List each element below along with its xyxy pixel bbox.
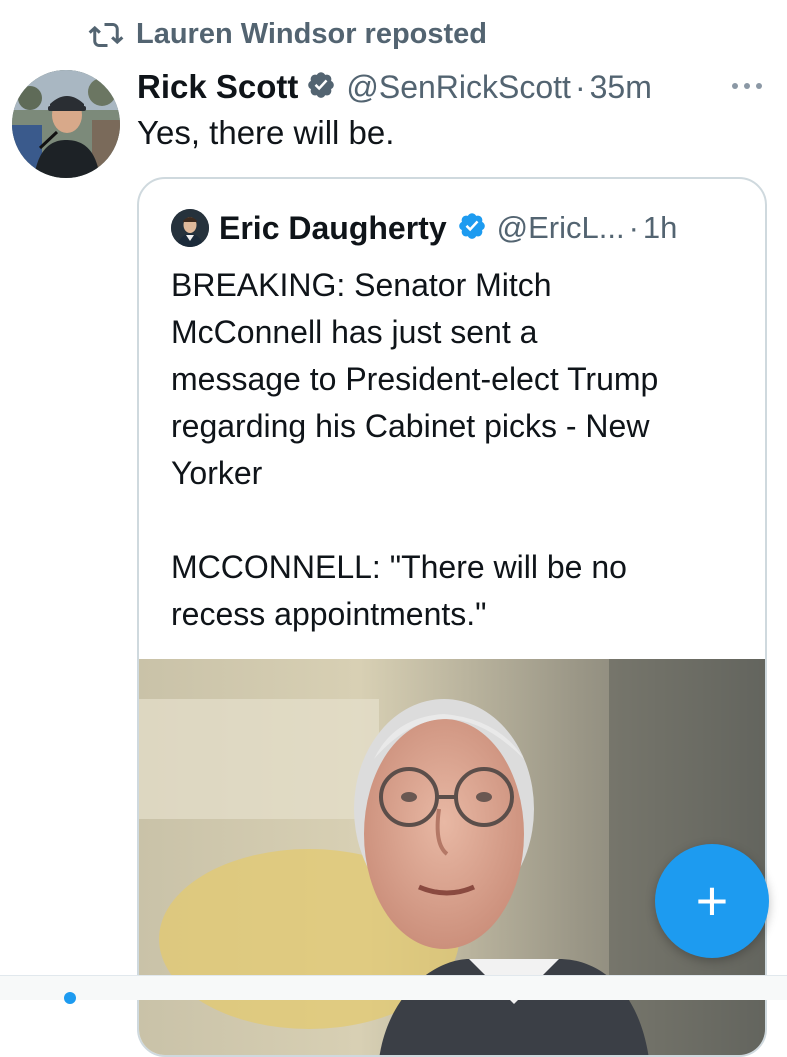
tweet-text: Yes, there will be.	[137, 114, 395, 151]
tweet-timestamp[interactable]: 35m	[590, 69, 652, 106]
repost-icon	[88, 20, 124, 50]
separator-dot: ·	[574, 68, 586, 105]
author-handle[interactable]: @SenRickScott	[346, 69, 571, 106]
repost-context[interactable]: Lauren Windsor reposted	[88, 18, 487, 51]
bottom-navigation-bar	[0, 975, 787, 1004]
compose-button[interactable]: +	[655, 844, 769, 958]
quoted-author-handle[interactable]: @EricL...	[497, 210, 625, 246]
tweet-header: Rick Scott @SenRickScott · 35m	[137, 62, 767, 112]
verified-badge-icon[interactable]	[457, 211, 487, 246]
quoted-text-line: Yorker	[171, 455, 263, 491]
author-avatar[interactable]	[12, 70, 120, 178]
quoted-author-avatar[interactable]	[171, 209, 209, 247]
more-options-icon[interactable]	[727, 74, 767, 98]
quoted-tweet-timestamp[interactable]: 1h	[643, 210, 677, 246]
quoted-text-line: message to President-elect Trump	[171, 361, 659, 397]
quoted-text-line: BREAKING: Senator Mitch	[171, 267, 552, 303]
quoted-text-line: McConnell has just sent a	[171, 314, 538, 350]
separator-dot: ·	[628, 210, 639, 245]
home-indicator-icon[interactable]	[64, 992, 76, 1004]
compose-plus-icon: +	[695, 869, 729, 932]
quoted-author-name[interactable]: Eric Daugherty	[219, 210, 447, 247]
repost-text: Lauren Windsor reposted	[136, 18, 488, 50]
verified-badge-icon[interactable]	[306, 70, 336, 105]
quoted-text-line: recess appointments."	[171, 596, 487, 632]
author-name[interactable]: Rick Scott	[137, 68, 298, 106]
quoted-text-line: MCCONNELL: "There will be no	[171, 549, 627, 585]
quoted-text-line: regarding his Cabinet picks - New	[171, 408, 650, 444]
quoted-tweet-header: Eric Daugherty @EricL... · 1h	[171, 209, 677, 247]
